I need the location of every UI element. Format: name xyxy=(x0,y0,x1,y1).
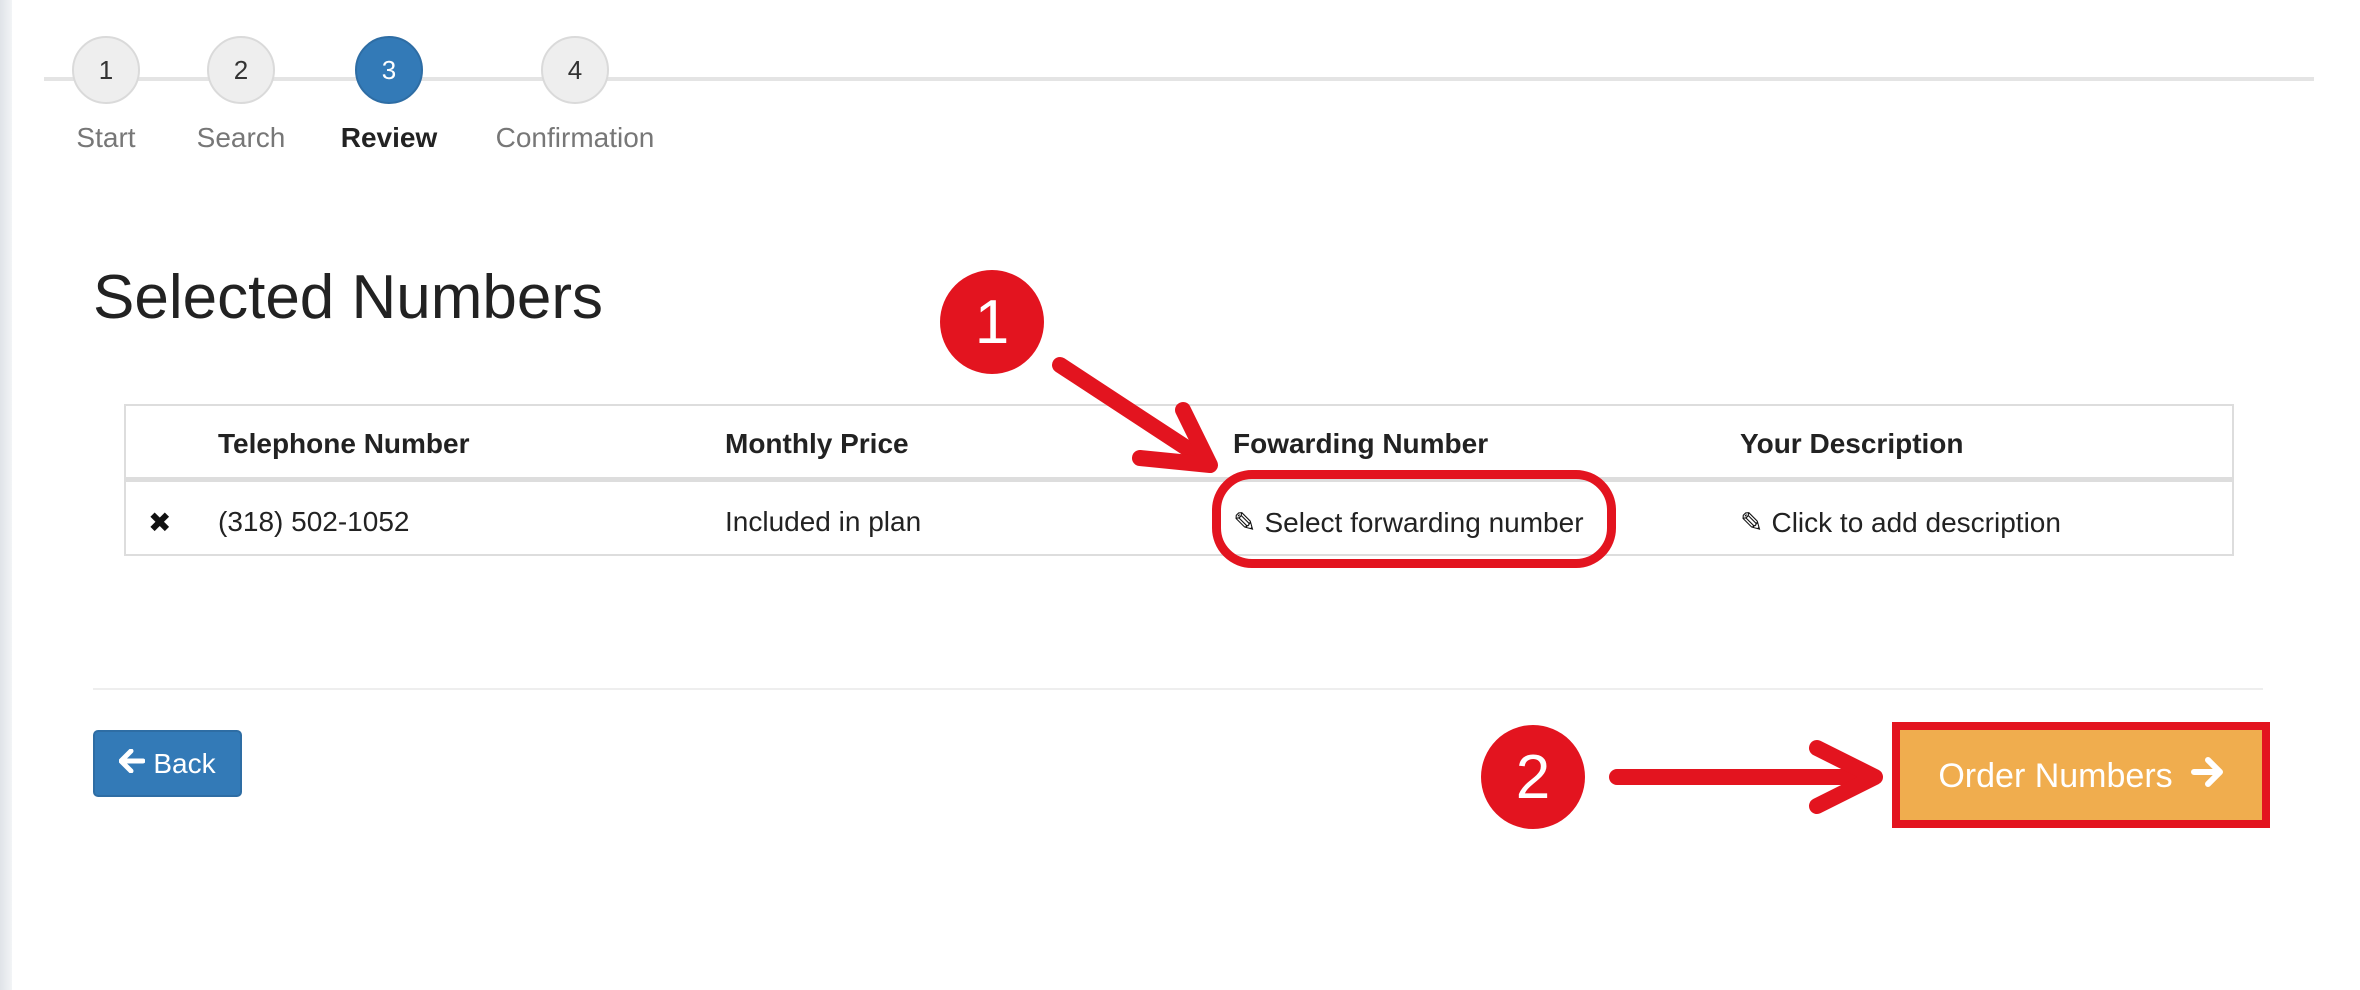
annotation-arrow-2 xyxy=(1609,740,1883,814)
annotation-arrows xyxy=(1052,357,1883,814)
annotation-arrow-1 xyxy=(1052,357,1218,473)
